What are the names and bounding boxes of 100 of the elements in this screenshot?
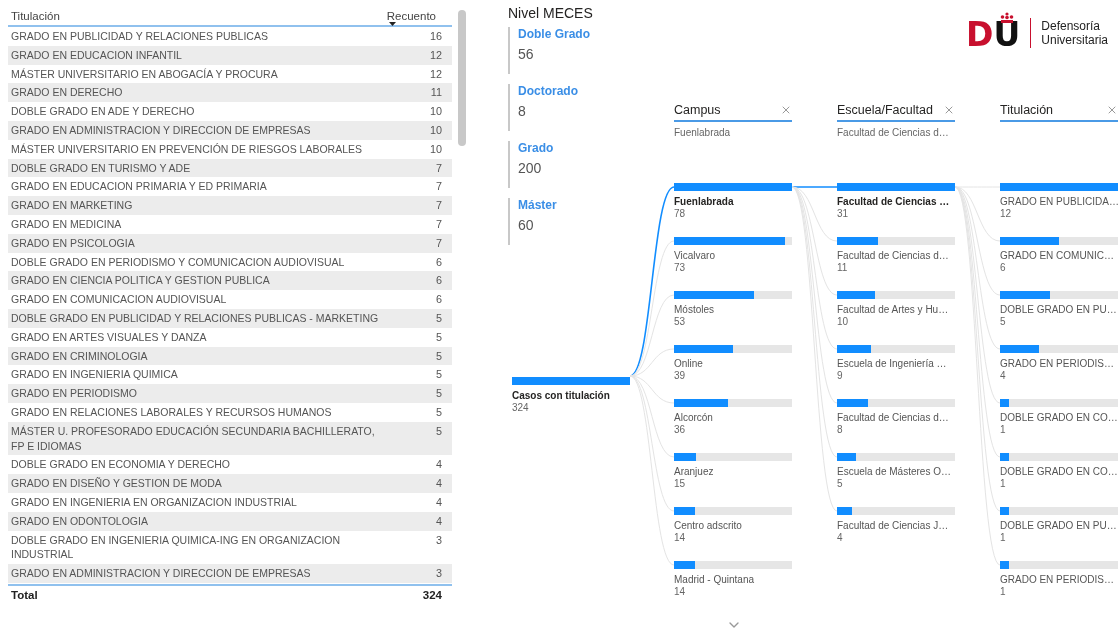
table-cell: GRADO EN MARKETING bbox=[11, 198, 133, 213]
scrollbar-thumb[interactable] bbox=[458, 10, 466, 146]
card-value: 56 bbox=[518, 46, 535, 62]
node-value: 1 bbox=[1000, 424, 1006, 436]
logo-letter: U bbox=[993, 20, 1021, 50]
table-cell: GRADO EN INGENIERIA EN ORGANIZACION INDUSTRIAL bbox=[11, 494, 297, 510]
table-cell: DOBLE GRADO EN ECONOMIA Y DERECHO bbox=[11, 457, 230, 473]
level-header[interactable]: Titulación bbox=[1000, 102, 1118, 122]
node-value: 8 bbox=[837, 424, 843, 436]
node-label[interactable]: GRADO EN COMUNIC… bbox=[1000, 250, 1114, 262]
table-cell: GRADO EN COMUNICACION AUDIOVISUAL bbox=[11, 292, 227, 307]
node-label[interactable]: Facultad de Artes y Hu… bbox=[837, 304, 949, 316]
table-cell: DOBLE GRADO EN PERIODISMO Y COMUNICACION AUDIOVISUAL bbox=[11, 254, 345, 270]
node-label[interactable]: Madrid - Quintana bbox=[674, 574, 755, 586]
table-cell: 5 bbox=[436, 310, 442, 326]
node-value: 4 bbox=[1000, 370, 1006, 382]
table-cell: DOBLE GRADO EN TURISMO Y ADE bbox=[11, 160, 191, 176]
table-row[interactable]: GRADO EN PERIODISMO 5 bbox=[8, 384, 452, 403]
node-label[interactable]: DOBLE GRADO EN PU… bbox=[1000, 304, 1117, 316]
card-label: Doctorado bbox=[518, 84, 579, 98]
node-value: 5 bbox=[1000, 316, 1006, 328]
table-cell: 5 bbox=[436, 367, 442, 383]
table-row[interactable]: GRADO EN DERECHO 11 bbox=[8, 83, 452, 103]
node-label[interactable]: Facultad de Ciencias … bbox=[837, 196, 950, 208]
table-cell: GRADO EN ODONTOLOGIA bbox=[11, 513, 148, 529]
node-label[interactable]: Fuenlabrada bbox=[674, 196, 734, 208]
table-cell: 4 bbox=[436, 513, 442, 529]
level-header[interactable]: Escuela/Facultad bbox=[837, 102, 955, 122]
node-value: 15 bbox=[674, 478, 686, 490]
node-value: 11 bbox=[837, 262, 848, 274]
table-cell: 4 bbox=[436, 457, 442, 473]
node-label[interactable]: Centro adscrito bbox=[674, 520, 742, 532]
node-label[interactable]: Vicalvaro bbox=[674, 250, 715, 262]
total-label: Total bbox=[11, 588, 38, 601]
node-label[interactable]: Escuela de Ingeniería … bbox=[837, 358, 947, 370]
node-label[interactable]: DOBLE GRADO EN CO… bbox=[1000, 412, 1118, 424]
table-cell: GRADO EN PSICOLOGIA bbox=[11, 235, 135, 251]
level-title: Campus bbox=[674, 102, 721, 117]
table-row[interactable]: GRADO EN MARKETING 7 bbox=[8, 196, 452, 215]
level-filter: Facultad de Ciencias d… bbox=[837, 127, 950, 140]
table-cell: 5 bbox=[436, 329, 442, 345]
table-cell: 16 bbox=[430, 29, 442, 44]
node-value: 5 bbox=[837, 478, 843, 490]
node-value: 324 bbox=[512, 402, 529, 414]
table-row[interactable]: GRADO EN ADMINISTRACION Y DIRECCION DE EMPRESAS 3 bbox=[8, 564, 452, 583]
node-label[interactable]: Casos con titulación bbox=[512, 390, 610, 402]
node-label[interactable]: DOBLE GRADO EN CO… bbox=[1000, 466, 1118, 478]
table-cell: 6 bbox=[436, 292, 442, 307]
node-value: 31 bbox=[837, 208, 849, 220]
node-value: 1 bbox=[1000, 586, 1006, 598]
table-cell: GRADO EN EDUCACION INFANTIL bbox=[11, 47, 182, 63]
node-label[interactable]: Facultad de Ciencias d… bbox=[837, 250, 949, 262]
table-cell: GRADO EN RELACIONES LABORALES Y RECURSOS HUMANOS bbox=[11, 404, 332, 420]
table-cell: 5 bbox=[436, 404, 442, 420]
table-row[interactable]: GRADO EN CIENCIA POLITICA Y GESTION PUBLICA 6 bbox=[8, 271, 452, 291]
table-cell: GRADO EN CRIMINOLOGIA bbox=[11, 348, 148, 364]
table-cell: 7 bbox=[436, 235, 442, 251]
table-cell: 10 bbox=[430, 123, 442, 138]
table-cell: GRADO EN MEDICINA bbox=[11, 216, 122, 232]
table-cell: MÁSTER UNIVERSITARIO EN ABOGACÍA Y PROCURA bbox=[11, 66, 278, 82]
column-header[interactable]: Recuento bbox=[386, 10, 436, 22]
table-cell: 5 bbox=[436, 348, 442, 364]
node-value: 9 bbox=[837, 370, 843, 382]
table-cell: 12 bbox=[430, 47, 442, 63]
node-label[interactable]: GRADO EN PERIODIS… bbox=[1000, 574, 1114, 586]
table-row[interactable]: GRADO EN DISEÑO Y GESTION DE MODA 4 bbox=[8, 474, 452, 493]
column-header[interactable]: Titulación bbox=[11, 10, 60, 22]
table-cell: GRADO EN ARTES VISUALES Y DANZA bbox=[11, 329, 207, 345]
node-value: 4 bbox=[837, 532, 843, 544]
card-value: 200 bbox=[518, 160, 543, 176]
level-header[interactable]: Campus bbox=[674, 102, 792, 122]
node-label[interactable]: Facultad de Ciencias J… bbox=[837, 520, 949, 532]
table-cell: MÁSTER UNIVERSITARIO EN PREVENCIÓN DE RIESGOS LABORALES bbox=[11, 141, 363, 157]
node-value: 14 bbox=[674, 586, 686, 598]
node-value: 1 bbox=[1000, 532, 1006, 544]
table-cell: 3 bbox=[436, 566, 442, 581]
node-label[interactable]: Facultad de Ciencias d… bbox=[837, 412, 949, 424]
node-label[interactable]: GRADO EN PERIODIS… bbox=[1000, 358, 1114, 370]
node-label[interactable]: Aranjuez bbox=[674, 466, 714, 478]
node-label[interactable]: GRADO EN PUBLICIDA… bbox=[1000, 196, 1118, 208]
logo-letter: D bbox=[966, 20, 994, 50]
node-value: 39 bbox=[674, 370, 686, 382]
table-cell: GRADO EN CIENCIA POLITICA Y GESTION PUBLICA bbox=[11, 273, 270, 289]
table-cell: 5 bbox=[436, 386, 442, 401]
card-value: 8 bbox=[518, 103, 527, 119]
node-label[interactable]: Online bbox=[674, 358, 703, 370]
table-cell: 10 bbox=[430, 141, 442, 157]
node-value: 73 bbox=[674, 262, 686, 274]
node-label[interactable]: Alcorcón bbox=[674, 412, 713, 424]
table-cell: 11 bbox=[430, 85, 442, 101]
table-cell: GRADO EN ADMINISTRACION Y DIRECCION DE EMPRESAS bbox=[11, 123, 311, 138]
node-value: 6 bbox=[1000, 262, 1006, 274]
node-label[interactable]: DOBLE GRADO EN PU… bbox=[1000, 520, 1117, 532]
table-row[interactable]: MÁSTER U. PROFESORADO EDUCACIÓN SECUNDARIA BACHILLERATO, FP E IDIOMAS 5 bbox=[8, 421, 452, 456]
table-cell: GRADO EN DERECHO bbox=[11, 85, 123, 101]
node-label[interactable]: Escuela de Másteres O… bbox=[837, 466, 951, 478]
node-value: 1 bbox=[1000, 478, 1006, 490]
node-value: 53 bbox=[674, 316, 686, 328]
node-label[interactable]: Móstoles bbox=[674, 304, 714, 316]
table-cell: 10 bbox=[430, 104, 442, 119]
